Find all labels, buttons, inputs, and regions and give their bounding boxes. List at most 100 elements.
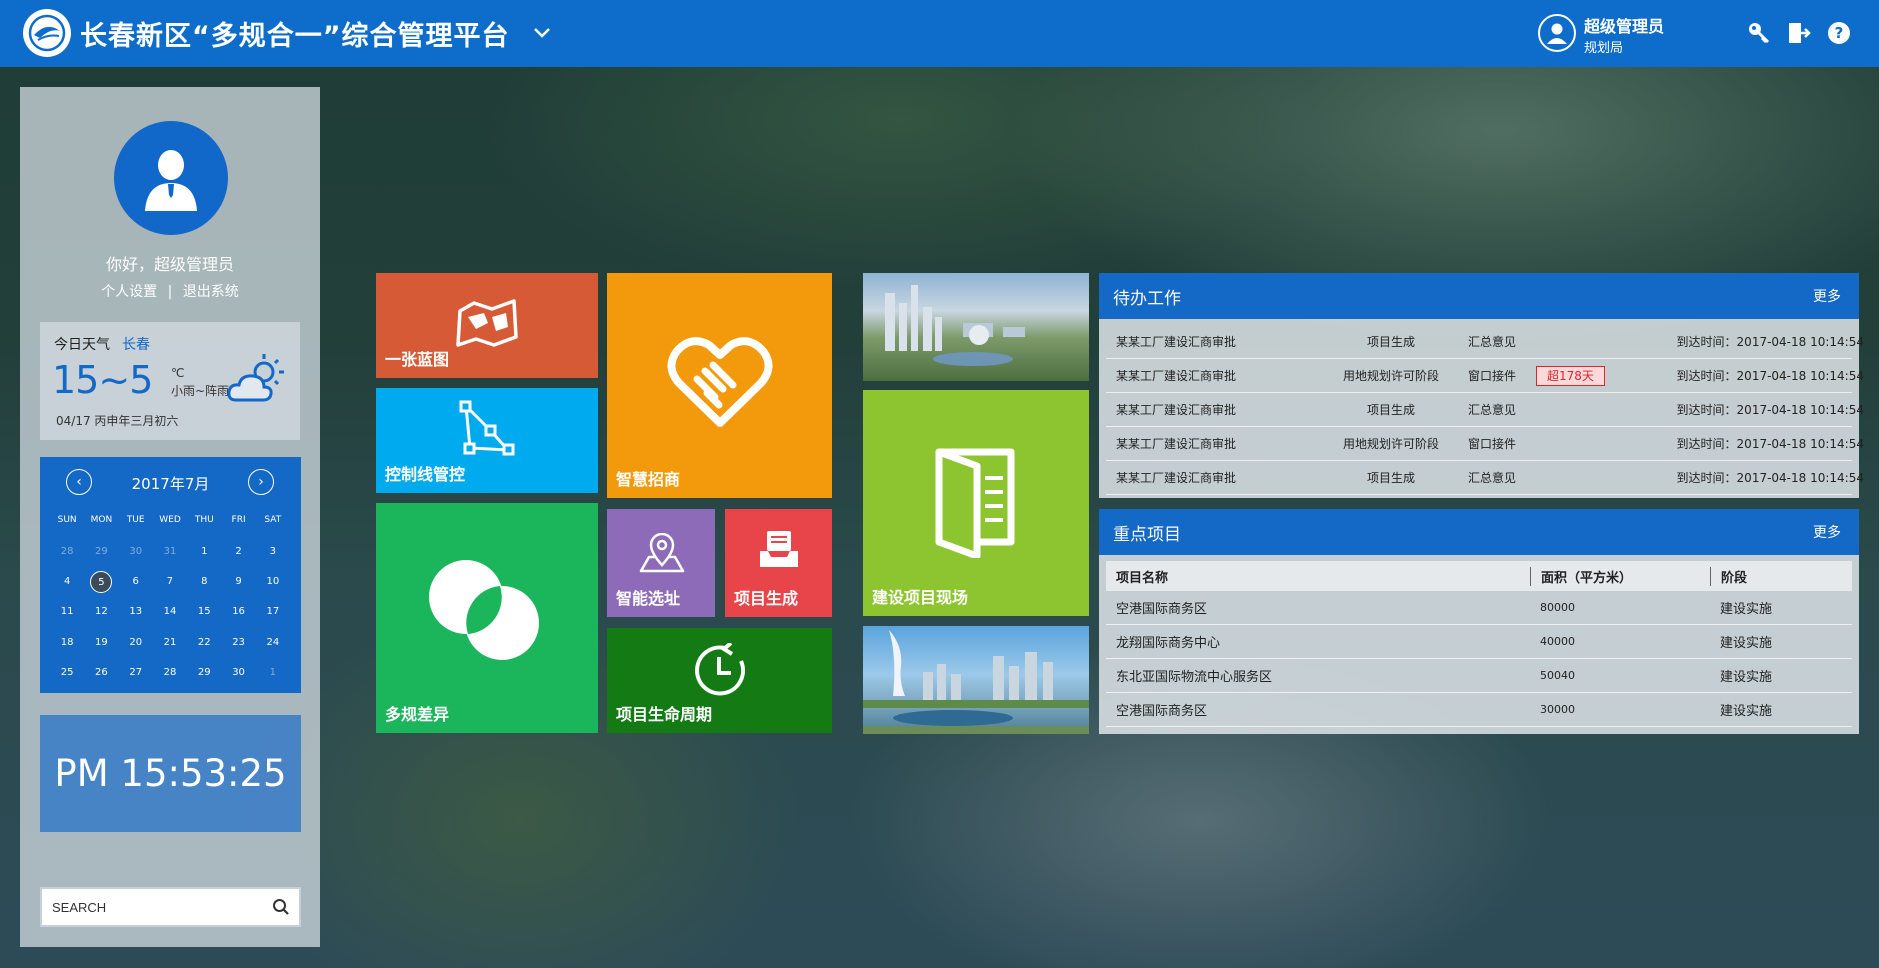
calendar-day[interactable]: 30: [228, 662, 250, 684]
calendar-day[interactable]: 13: [125, 601, 147, 623]
todo-status: 窗口接件: [1468, 369, 1517, 383]
todo-status: 汇总意见: [1468, 471, 1517, 485]
calendar-day[interactable]: 15: [193, 601, 215, 623]
tile-control-line[interactable]: 控制线管控: [376, 388, 598, 493]
calendar-day[interactable]: 3: [262, 541, 284, 563]
temperature-unit: ℃: [171, 366, 185, 380]
column-header-area: 面积（平方米）: [1530, 566, 1710, 586]
calendar-day[interactable]: 28: [56, 541, 78, 563]
logout-icon[interactable]: [1786, 20, 1812, 46]
todo-arrival-time: 到达时间：2017-04-18 10:14:54: [1676, 335, 1864, 349]
key-projects-panel: 重点项目 更多 项目名称 面积（平方米） 阶段 空港国际商务区 80000 建设实施…: [1099, 509, 1859, 734]
todo-name: 某某工厂建设汇商审批: [1116, 369, 1237, 383]
chevron-down-icon[interactable]: [533, 24, 551, 43]
tile-project-lifecycle[interactable]: 项目生命周期: [607, 628, 832, 733]
calendar-day[interactable]: 18: [56, 632, 78, 654]
calendar-day[interactable]: 16: [228, 601, 250, 623]
greeting-text: 你好，超级管理员: [105, 255, 234, 274]
logout-link[interactable]: 退出系统: [183, 284, 239, 300]
calendar-day[interactable]: 17: [262, 601, 284, 623]
project-area: 40000: [1540, 635, 1575, 648]
city-aerial-photo: [863, 273, 1089, 381]
todo-more-link[interactable]: 更多: [1813, 286, 1841, 306]
map-icon: [454, 299, 520, 353]
calendar-day[interactable]: 1: [193, 541, 215, 563]
calendar-widget: ‹ 2017年7月 › SUN MON TUE WED THU FRI SAT 28 29 30…: [40, 457, 301, 693]
calendar-day[interactable]: 23: [228, 632, 250, 654]
chevron-right-icon: ›: [258, 474, 264, 490]
todo-status: 汇总意见: [1468, 335, 1517, 349]
tile-blueprint[interactable]: 一张蓝图: [376, 273, 598, 378]
calendar-day[interactable]: 29: [90, 541, 112, 563]
todo-row[interactable]: 某某工厂建设汇商审批 用地规划许可阶段 窗口接件 超178天 到达时间：2017-04-…: [1106, 359, 1864, 393]
calendar-day[interactable]: 29: [193, 662, 215, 684]
todo-badge-cell: 超178天: [1516, 365, 1626, 386]
search-input[interactable]: [42, 889, 263, 925]
calendar-day[interactable]: 19: [90, 632, 112, 654]
project-row[interactable]: 空港国际商务区 80000 建设实施: [1106, 591, 1852, 625]
calendar-day[interactable]: 21: [159, 632, 181, 654]
weekday-label: SUN: [57, 515, 77, 525]
weekday-label: MON: [90, 515, 113, 525]
tile-label: 控制线管控: [385, 465, 466, 484]
calendar-day[interactable]: 8: [193, 571, 215, 593]
todo-row[interactable]: 某某工厂建设汇商审批 项目生成 汇总意见 到达时间：2017-04-18 10:14:…: [1106, 393, 1864, 427]
weekday-label: SAT: [264, 515, 282, 525]
todo-arrival-time: 到达时间：2017-04-18 10:14:54: [1676, 403, 1864, 417]
project-row[interactable]: 东北亚国际物流中心服务区 50040 建设实施: [1106, 659, 1852, 693]
todo-row[interactable]: 某某工厂建设汇商审批 用地规划许可阶段 窗口接件 到达时间：2017-04-18 10…: [1106, 427, 1864, 461]
search-icon: [273, 899, 289, 915]
calendar-day[interactable]: 11: [56, 601, 78, 623]
projects-panel-header: 重点项目 更多: [1099, 509, 1859, 555]
calendar-day[interactable]: 7: [159, 571, 181, 593]
todo-row[interactable]: 某某工厂建设汇商审批 项目生成 汇总意见 到达时间：2017-04-18 10:14:…: [1106, 461, 1864, 495]
todo-stage: 项目生成: [1366, 335, 1415, 349]
svg-text:?: ?: [1835, 24, 1844, 42]
user-department: 规划局: [1584, 41, 1624, 56]
weather-temperature: 15~5: [52, 358, 153, 402]
calendar-day[interactable]: 10: [262, 571, 284, 593]
city-skyline-photo: [863, 626, 1089, 734]
user-avatar-icon[interactable]: [1538, 14, 1576, 52]
calendar-day[interactable]: 14: [159, 601, 181, 623]
calendar-day[interactable]: 2: [228, 541, 250, 563]
personal-settings-link[interactable]: 个人设置: [101, 284, 157, 300]
calendar-day[interactable]: 22: [193, 632, 215, 654]
key-icon[interactable]: [1746, 20, 1772, 46]
calendar-day[interactable]: 6: [125, 571, 147, 593]
weather-widget: 今日天气 长春 15~5 ℃ 小雨~阵雨 04/17 丙申年三月初六: [40, 322, 300, 440]
help-icon[interactable]: ?: [1826, 20, 1852, 46]
search-button[interactable]: [263, 889, 299, 925]
calendar-day[interactable]: 27: [125, 662, 147, 684]
calendar-next-button[interactable]: ›: [248, 469, 274, 495]
calendar-day[interactable]: 30: [125, 541, 147, 563]
calendar-day[interactable]: 4: [56, 571, 78, 593]
calendar-day[interactable]: 12: [90, 601, 112, 623]
tile-site-selection[interactable]: 智能选址: [607, 509, 715, 617]
calendar-day[interactable]: 28: [159, 662, 181, 684]
calendar-day[interactable]: 24: [262, 632, 284, 654]
todo-status: 汇总意见: [1468, 403, 1517, 417]
project-row[interactable]: 空港国际商务区 30000 建设实施: [1106, 693, 1852, 727]
calendar-day[interactable]: 26: [90, 662, 112, 684]
tile-investment[interactable]: 智慧招商: [607, 273, 832, 498]
project-stage: 建设实施: [1720, 636, 1773, 651]
calendar-day-today[interactable]: 5: [90, 571, 113, 594]
tile-multi-plan-diff[interactable]: 多规差异: [376, 503, 598, 733]
inbox-tray-icon: [758, 529, 800, 575]
calendar-day[interactable]: 20: [125, 632, 147, 654]
project-name: 龙翔国际商务中心: [1116, 636, 1221, 651]
calendar-day[interactable]: 25: [56, 662, 78, 684]
tile-project-generation[interactable]: 项目生成: [725, 509, 832, 617]
project-row[interactable]: 龙翔国际商务中心 40000 建设实施: [1106, 625, 1852, 659]
calendar-day[interactable]: 1: [262, 662, 284, 684]
weekday-label: WED: [159, 515, 181, 525]
todo-stage: 项目生成: [1366, 403, 1415, 417]
todo-row[interactable]: 某某工厂建设汇商审批 项目生成 汇总意见 到达时间：2017-04-18 10:14:…: [1106, 325, 1864, 359]
calendar-day[interactable]: 9: [228, 571, 250, 593]
calendar-day[interactable]: 31: [159, 541, 181, 563]
tile-construction-site[interactable]: 建设项目现场: [863, 390, 1089, 616]
tile-label: 智慧招商: [616, 470, 681, 489]
projects-more-link[interactable]: 更多: [1813, 522, 1841, 542]
weather-city[interactable]: 长春: [122, 334, 150, 354]
